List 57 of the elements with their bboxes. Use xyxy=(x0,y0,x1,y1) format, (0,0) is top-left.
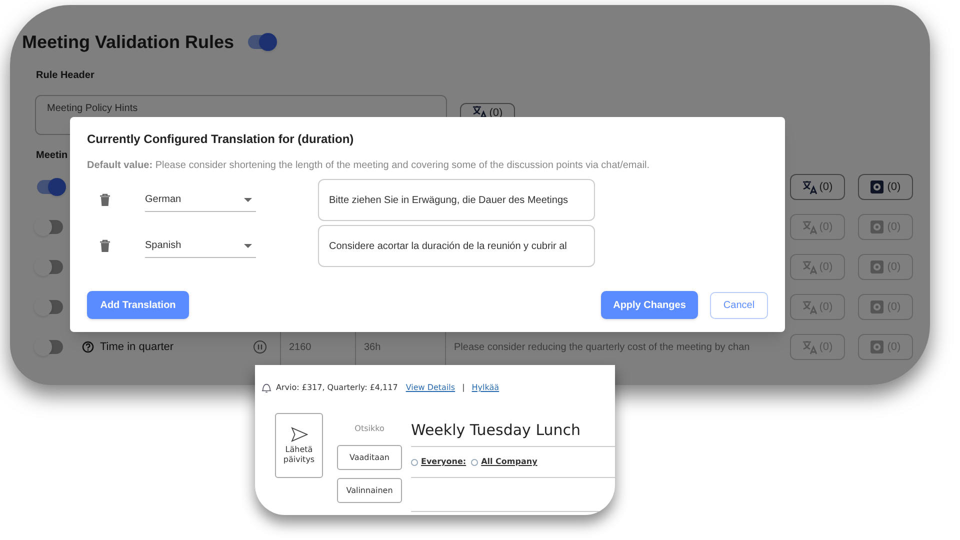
toggle-switch[interactable] xyxy=(37,220,63,234)
radio-button[interactable] xyxy=(411,458,418,466)
default-value-text: Default value: Please consider shortening the length of the meeting and covering some of the discussion points via chat/email. xyxy=(87,159,650,173)
translate-icon xyxy=(802,300,818,314)
translate-icon xyxy=(802,260,818,274)
optional-button[interactable]: Valinnainen xyxy=(337,478,402,503)
settings-icon xyxy=(870,180,886,194)
bell-icon xyxy=(261,382,272,394)
send-button[interactable]: Lähetä päivitys xyxy=(275,413,323,478)
attendee-link[interactable]: Everyone: xyxy=(421,456,466,468)
details-link[interactable]: View Details xyxy=(406,382,456,394)
toggle-switch[interactable] xyxy=(37,180,63,194)
pause-icon xyxy=(253,340,267,354)
table-cell-text: 36h xyxy=(364,340,381,354)
translation-field[interactable]: Bitte ziehen Sie in Erwägung, die Dauer des Meetings xyxy=(318,179,595,221)
toggle-switch[interactable] xyxy=(37,340,63,354)
apply-button[interactable]: Apply Changes xyxy=(601,291,698,319)
settings-icon xyxy=(870,340,886,354)
field-label: Rule Header xyxy=(35,69,94,82)
help-icon xyxy=(82,341,94,353)
dropdown-value: Spanish xyxy=(145,239,182,253)
toggle-switch[interactable] xyxy=(37,300,63,314)
translate-icon xyxy=(472,105,488,120)
language-dropdown[interactable]: German xyxy=(145,188,256,212)
section-label: Meetin xyxy=(35,149,68,162)
trash-icon xyxy=(99,193,111,207)
translate-button[interactable]: (0) xyxy=(790,174,845,200)
add-translation-button[interactable]: Add Translation xyxy=(87,291,189,319)
dismiss-link[interactable]: Hylkää xyxy=(472,382,500,394)
toggle-switch[interactable] xyxy=(37,260,63,274)
cancel-button[interactable]: Cancel xyxy=(710,292,768,318)
translate-icon xyxy=(802,340,818,354)
settings-icon xyxy=(870,300,886,314)
translate-icon xyxy=(802,180,818,194)
translate-icon xyxy=(802,220,818,234)
dropdown-value: German xyxy=(145,193,182,207)
settings-icon xyxy=(870,260,886,274)
page-title: Meeting Validation Rules xyxy=(22,30,234,54)
caret-icon xyxy=(244,198,252,202)
caret-icon xyxy=(244,244,252,248)
subject-text: Weekly Tuesday Lunch xyxy=(411,420,581,441)
radio-button[interactable] xyxy=(471,458,478,466)
send-icon xyxy=(290,426,308,442)
separator-text: | xyxy=(462,382,465,394)
settings-button[interactable]: (0) xyxy=(858,174,913,200)
rule-name: Time in quarter xyxy=(100,340,175,355)
estimate-text: Arvio: £317, Quarterly: £4,117 xyxy=(276,382,398,394)
trash-icon xyxy=(99,239,111,253)
toggle-switch[interactable] xyxy=(248,35,274,49)
table-cell-text: Please consider reducing the quarterly cost of the meeting by chan xyxy=(454,340,750,354)
attendee-link[interactable]: All Company xyxy=(481,456,538,468)
settings-icon xyxy=(870,220,886,234)
translation-field[interactable]: Considere acortar la duración de la reunión y cubrir al xyxy=(318,225,595,267)
language-dropdown[interactable]: Spanish xyxy=(145,234,256,258)
table-cell-text: 2160 xyxy=(289,340,312,354)
subject-label: Otsikko xyxy=(354,423,384,435)
required-button[interactable]: Vaaditaan xyxy=(337,445,402,470)
